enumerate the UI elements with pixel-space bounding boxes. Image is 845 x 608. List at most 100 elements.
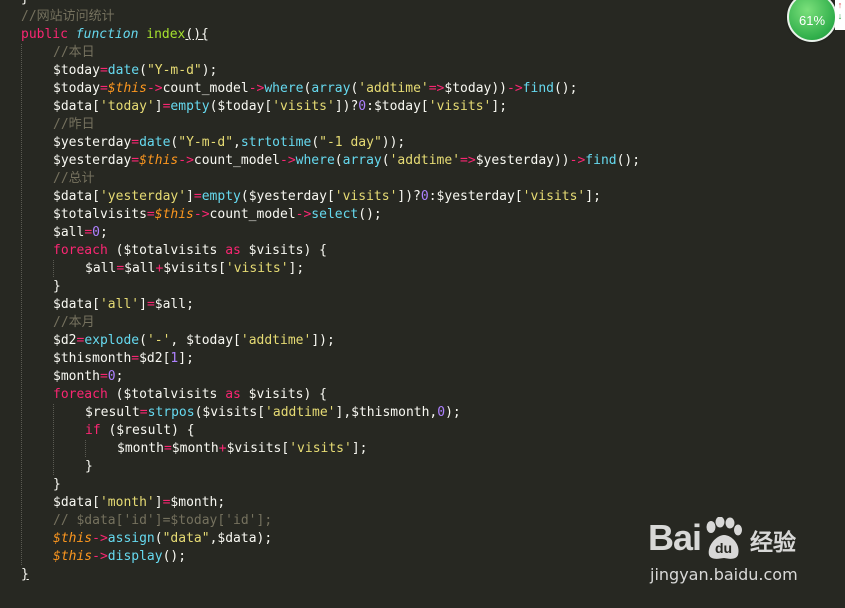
code-line[interactable]: $month=0;	[21, 368, 781, 386]
code-line[interactable]: $data['all']=$all;	[21, 296, 781, 314]
code-line[interactable]: //昨日	[21, 116, 781, 134]
code-editor[interactable]: }//网站访问统计public function index(){//本日$to…	[0, 0, 845, 608]
code-token: 'addtime'	[265, 405, 336, 420]
code-line[interactable]: //本月	[21, 314, 781, 332]
code-token: }	[85, 459, 93, 474]
code-token: count_model	[209, 207, 296, 222]
code-line[interactable]: $yesterday=$this->count_model->where(arr…	[21, 152, 781, 170]
code-token: date	[139, 135, 171, 150]
code-line[interactable]: foreach ($totalvisits as $visits) {	[21, 242, 781, 260]
code-token: , $today[	[170, 333, 241, 348]
code-token: $today	[444, 81, 492, 96]
code-line[interactable]: }	[21, 0, 781, 8]
code-token: 0	[107, 369, 116, 384]
code-token: ->	[193, 207, 210, 222]
code-token: array	[311, 81, 351, 96]
code-token: ->	[248, 81, 265, 96]
code-line[interactable]: $all=0;	[21, 224, 781, 242]
indent-guide	[53, 404, 54, 422]
code-token: "-1 day"	[319, 135, 382, 150]
code-token: $visits[	[226, 441, 290, 456]
code-token: ,	[233, 135, 241, 150]
code-line[interactable]: $today=date("Y-m-d");	[21, 62, 781, 80]
code-line[interactable]: }	[21, 458, 781, 476]
code-line[interactable]: }	[21, 278, 781, 296]
baidu-jingyan-watermark: Bai du 经验 jingyan.baidu.com	[648, 517, 838, 597]
code-line[interactable]: $data['yesterday']=empty($yesterday['vis…	[21, 188, 781, 206]
code-token: "Y-m-d"	[146, 63, 202, 78]
indent-guide	[21, 512, 22, 530]
code-token: $yesterday[	[436, 189, 523, 204]
code-line[interactable]: //总计	[21, 170, 781, 188]
code-token: find	[585, 153, 617, 168]
code-line[interactable]: public function index(){	[21, 26, 781, 44]
code-token: $today	[53, 81, 100, 96]
code-token: $all	[124, 261, 156, 276]
code-line[interactable]: $result=strpos($visits['addtime'],$thism…	[21, 404, 781, 422]
code-token: =	[84, 225, 93, 240]
code-token: ();	[162, 549, 187, 564]
code-line[interactable]: if ($result) {	[21, 422, 781, 440]
jingyan-name: 经验	[750, 530, 796, 556]
code-line[interactable]: $yesterday=date("Y-m-d",strtotime("-1 da…	[21, 134, 781, 152]
code-token: ->	[92, 549, 108, 564]
code-token: find	[522, 81, 554, 96]
code-token: ->	[178, 153, 194, 168]
code-token: =	[146, 207, 155, 222]
code-line[interactable]: $data['today']=empty($today['visits'])?0…	[21, 98, 781, 116]
code-token: (	[311, 135, 320, 150]
indent-guide	[21, 548, 22, 566]
indent-guide	[21, 440, 22, 458]
code-token: =	[131, 135, 140, 150]
code-token: $all;	[154, 297, 194, 312]
indent-guide	[21, 98, 22, 116]
indent-guide	[21, 44, 22, 62]
code-token: =	[146, 297, 155, 312]
code-token: foreach	[53, 243, 108, 258]
code-line[interactable]: $d2=explode('-', $today['addtime']);	[21, 332, 781, 350]
code-token: ;	[115, 369, 124, 384]
code-token: ]	[139, 297, 147, 312]
code-token: );	[201, 63, 218, 78]
code-token: ();	[616, 153, 641, 168]
code-token: public	[21, 27, 68, 42]
code-token: ];	[178, 351, 194, 366]
indent-guide	[21, 188, 22, 206]
indent-guide	[21, 116, 22, 134]
memory-usage-widget[interactable]: 61%	[787, 0, 837, 42]
code-line[interactable]: $thismonth=$d2[1];	[21, 350, 781, 368]
code-line[interactable]: foreach ($totalvisits as $visits) {	[21, 386, 781, 404]
code-line[interactable]: $month=$month+$visits['visits'];	[21, 440, 781, 458]
code-line[interactable]: //网站访问统计	[21, 8, 781, 26]
code-line[interactable]: $data['month']=$month;	[21, 494, 781, 512]
indent-guide	[21, 242, 22, 260]
watermark-domain: jingyan.baidu.com	[650, 565, 798, 584]
code-line[interactable]: $totalvisits=$this->count_model->select(…	[21, 206, 781, 224]
code-token: ];	[351, 441, 368, 456]
code-token: (	[139, 63, 147, 78]
code-token: $this	[107, 81, 147, 96]
indent-guide	[21, 332, 22, 350]
code-token: ));	[381, 135, 406, 150]
code-token: =	[131, 351, 140, 366]
code-area[interactable]: }//网站访问统计public function index(){//本日$to…	[21, 0, 781, 584]
code-token: ->	[92, 531, 108, 546]
code-token: :	[366, 99, 374, 114]
code-line[interactable]: $all=$all+$visits['visits'];	[21, 260, 781, 278]
code-token: 0	[92, 225, 100, 240]
indent-guide	[21, 224, 22, 242]
code-token: //本月	[53, 315, 95, 330]
code-token: //昨日	[53, 117, 95, 132]
code-line[interactable]: $today=$this->count_model->where(array('…	[21, 80, 781, 98]
code-token: $yesterday	[53, 135, 132, 150]
code-line[interactable]: //本日	[21, 44, 781, 62]
code-token: =	[116, 261, 125, 276]
code-token: 'addtime'	[240, 333, 312, 348]
code-token: ->	[507, 81, 523, 96]
code-token: foreach	[53, 387, 108, 402]
code-line[interactable]: }	[21, 476, 781, 494]
indent-guide	[53, 458, 54, 476]
indent-guide	[53, 260, 54, 278]
code-token: 'visits'	[428, 99, 492, 114]
code-token: (	[154, 531, 163, 546]
